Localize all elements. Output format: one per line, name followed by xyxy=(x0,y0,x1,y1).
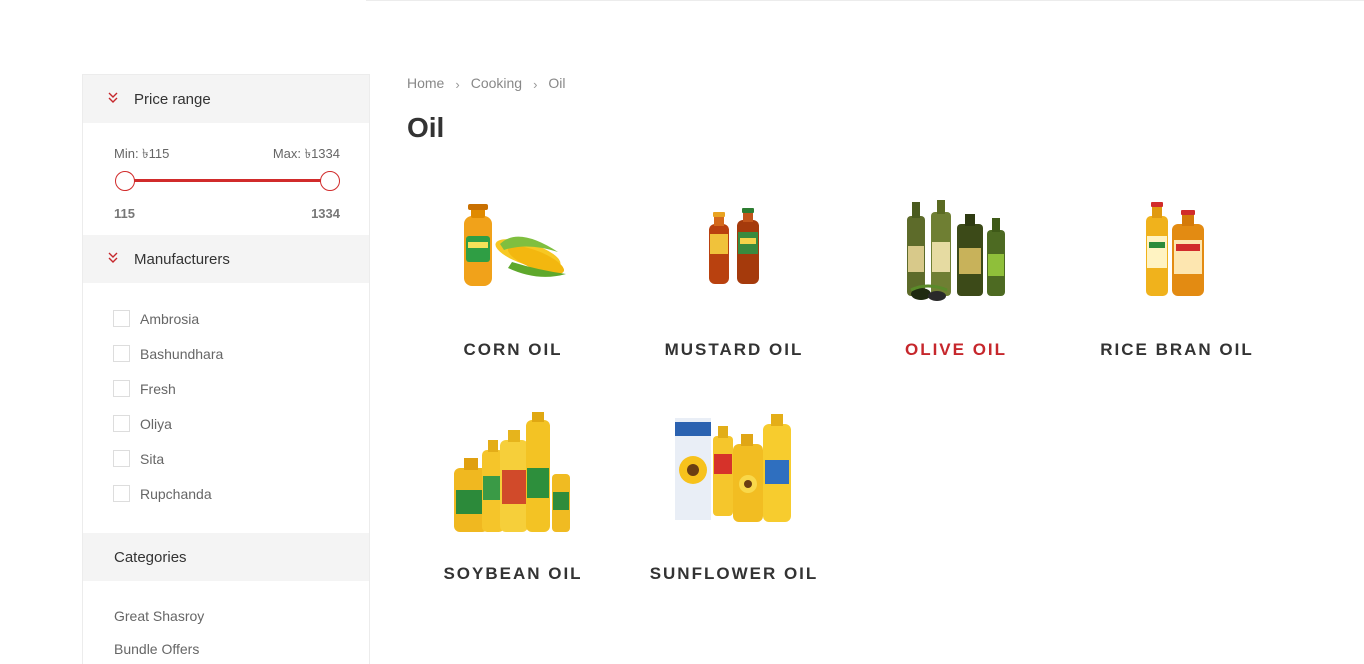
manufacturer-ambrosia[interactable]: Ambrosia xyxy=(83,301,369,336)
manufacturer-label: Rupchanda xyxy=(140,485,212,502)
product-name[interactable]: CORN OIL xyxy=(408,339,618,360)
breadcrumb-separator-icon: › xyxy=(533,76,538,92)
breadcrumb: Home › Cooking › Oil xyxy=(407,75,566,92)
breadcrumb-cooking[interactable]: Cooking xyxy=(471,75,522,91)
page-title: Oil xyxy=(407,112,445,143)
breadcrumb-home[interactable]: Home xyxy=(407,75,444,91)
soybean-oil-image[interactable] xyxy=(408,410,618,540)
filter-sidebar: Price range Min: ৳115 Max: ৳1334 115 133… xyxy=(82,74,370,664)
checkbox[interactable] xyxy=(113,450,130,467)
price-min-label: Min: ৳115 xyxy=(114,146,170,161)
price-max-label: Max: ৳1334 xyxy=(272,146,340,161)
product-card-corn-oil[interactable]: CORN OIL xyxy=(408,186,618,360)
price-slider[interactable] xyxy=(115,171,340,191)
price-range-header[interactable]: Price range xyxy=(83,75,369,123)
manufacturers-title: Manufacturers xyxy=(134,250,230,268)
categories-title: Categories xyxy=(114,548,187,566)
manufacturer-label: Oliya xyxy=(140,415,172,432)
manufacturer-sita[interactable]: Sita xyxy=(83,441,369,476)
manufacturers-list: Ambrosia Bashundhara Fresh Oliya Sita Ru… xyxy=(83,283,369,533)
product-name[interactable]: MUSTARD OIL xyxy=(629,339,839,360)
top-divider xyxy=(366,0,1364,1)
price-range-min-value: 115 xyxy=(114,206,135,221)
corn-oil-image[interactable] xyxy=(408,186,618,316)
product-card-mustard-oil[interactable]: MUSTARD OIL xyxy=(629,186,839,360)
checkbox[interactable] xyxy=(113,485,130,502)
checkbox[interactable] xyxy=(113,345,130,362)
categories-header: Categories xyxy=(83,533,369,581)
sunflower-oil-image[interactable] xyxy=(629,410,839,540)
chevron-double-down-icon xyxy=(108,252,118,263)
manufacturers-header[interactable]: Manufacturers xyxy=(83,235,369,283)
price-slider-track xyxy=(124,179,331,182)
breadcrumb-separator-icon: › xyxy=(455,76,460,92)
product-card-soybean-oil[interactable]: SOYBEAN OIL xyxy=(408,410,618,584)
chevron-double-down-icon xyxy=(108,92,118,103)
breadcrumb-oil[interactable]: Oil xyxy=(548,75,565,91)
price-range-max-value: 1334 xyxy=(311,206,340,221)
product-card-rice-bran-oil[interactable]: RICE BRAN OIL xyxy=(1072,186,1282,360)
price-range-panel: Min: ৳115 Max: ৳1334 115 1334 xyxy=(83,123,369,235)
manufacturer-label: Bashundhara xyxy=(140,345,224,362)
manufacturer-fresh[interactable]: Fresh xyxy=(83,371,369,406)
category-link[interactable]: Bundle Offers xyxy=(83,632,369,664)
manufacturer-label: Ambrosia xyxy=(140,310,200,327)
mustard-oil-image[interactable] xyxy=(629,186,839,316)
price-range-title: Price range xyxy=(134,90,211,108)
product-card-olive-oil[interactable]: OLIVE OIL xyxy=(851,186,1061,360)
manufacturer-bashundhara[interactable]: Bashundhara xyxy=(83,336,369,371)
price-slider-max-handle[interactable] xyxy=(320,171,340,191)
manufacturer-rupchanda[interactable]: Rupchanda xyxy=(83,476,369,511)
manufacturer-label: Sita xyxy=(140,450,165,467)
manufacturer-oliya[interactable]: Oliya xyxy=(83,406,369,441)
checkbox[interactable] xyxy=(113,380,130,397)
product-name[interactable]: SUNFLOWER OIL xyxy=(629,563,839,584)
manufacturer-label: Fresh xyxy=(140,380,176,397)
price-slider-min-handle[interactable] xyxy=(115,171,135,191)
product-name[interactable]: RICE BRAN OIL xyxy=(1072,339,1282,360)
category-link[interactable]: Great Shasroy xyxy=(83,599,369,632)
checkbox[interactable] xyxy=(113,310,130,327)
categories-list: Great Shasroy Bundle Offers xyxy=(83,581,369,664)
product-name[interactable]: OLIVE OIL xyxy=(851,339,1061,360)
olive-oil-image[interactable] xyxy=(851,186,1061,316)
rice-bran-oil-image[interactable] xyxy=(1072,186,1282,316)
product-card-sunflower-oil[interactable]: SUNFLOWER OIL xyxy=(629,410,839,584)
checkbox[interactable] xyxy=(113,415,130,432)
product-name[interactable]: SOYBEAN OIL xyxy=(408,563,618,584)
